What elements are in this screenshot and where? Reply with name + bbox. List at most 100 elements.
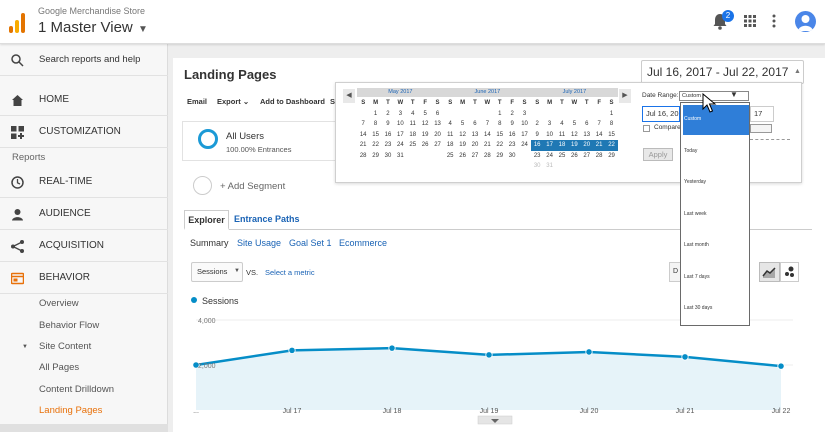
sidebar-item-home[interactable]: HOME [0,84,168,116]
sidebar-item-acquisition[interactable]: ACQUISITION [0,230,168,262]
calendar-day[interactable]: 3 [518,109,530,120]
calendar-day[interactable]: 16 [382,130,394,141]
calendar-day[interactable]: 12 [568,130,580,141]
calendar-day[interactable]: 24 [518,140,530,151]
calendar-day[interactable]: 26 [419,140,431,151]
calendar-day[interactable]: 21 [481,140,493,151]
sidebar-item-customization[interactable]: CUSTOMIZATION [0,116,168,148]
sidebar-item-realtime[interactable]: REAL-TIME [0,166,168,198]
compare-checkbox[interactable] [643,125,650,132]
calendar-day[interactable]: 18 [407,130,419,141]
calendar-day[interactable]: 30 [531,161,543,172]
calendar-day[interactable]: 19 [456,140,468,151]
apps-grid-icon[interactable] [744,15,756,27]
calendar-day[interactable]: 15 [494,130,506,141]
tab-explorer[interactable]: Explorer [184,210,229,230]
subtab-site-usage[interactable]: Site Usage [237,238,281,248]
search-input[interactable]: Search reports and help [39,54,140,65]
date-range-option[interactable]: Today [683,137,749,167]
date-range-option[interactable]: Last month [683,231,749,261]
calendar-day[interactable]: 7 [357,119,369,130]
avatar[interactable] [795,11,816,32]
calendar-day[interactable]: 8 [494,119,506,130]
calendar-day[interactable]: 11 [556,130,568,141]
calendar-day[interactable]: 1 [605,109,617,120]
calendar-day[interactable]: 28 [593,151,605,162]
subtab-summary[interactable]: Summary [190,238,229,248]
calendar-day[interactable]: 29 [494,151,506,162]
email-button[interactable]: Email [187,97,207,106]
calendar-day[interactable]: 14 [357,130,369,141]
calendar-day[interactable]: 20 [580,140,593,151]
calendar-day[interactable]: 7 [481,119,493,130]
calendar-day[interactable]: 22 [605,140,618,151]
calendar-day[interactable]: 25 [444,151,456,162]
calendar-day[interactable]: 31 [394,151,406,162]
calendar-day[interactable]: 3 [394,109,406,120]
calendar-day[interactable]: 10 [518,119,530,130]
calendar-day[interactable]: 12 [456,130,468,141]
sidebar-item-content-drilldown[interactable]: Content Drilldown [0,380,168,400]
calendar-day[interactable]: 25 [556,151,568,162]
calendar-day[interactable]: 22 [494,140,506,151]
calendar-day[interactable]: 7 [593,119,605,130]
calendar-day[interactable]: 24 [543,151,555,162]
date-range-option[interactable]: Yesterday [683,168,749,198]
sidebar-item-behavior[interactable]: BEHAVIOR [0,262,168,294]
account-name[interactable]: Google Merchandise Store [38,6,145,16]
calendar-day[interactable]: 10 [394,119,406,130]
date-range-option[interactable]: Last week [683,200,749,230]
calendar-day[interactable]: 5 [456,119,468,130]
start-date-input[interactable]: Jul 16, 20 [642,106,680,122]
calendar-day[interactable]: 16 [506,130,518,141]
calendar-day[interactable]: 21 [592,140,606,151]
calendar-day[interactable]: 9 [506,119,518,130]
calendar-day[interactable]: 26 [568,151,580,162]
sidebar-search[interactable]: Search reports and help [0,44,168,76]
calendar-day[interactable]: 20 [431,130,443,141]
calendar-day[interactable]: 4 [407,109,419,120]
calendar-day[interactable]: 27 [581,151,593,162]
calendar-prev-button[interactable]: ◀ [343,89,355,103]
calendar-day[interactable]: 9 [382,119,394,130]
line-chart-toggle[interactable] [759,262,780,282]
add-segment-ring-icon[interactable] [193,176,212,195]
sidebar-item-landing-pages[interactable]: Landing Pages [0,401,168,421]
subtab-goal-set[interactable]: Goal Set 1 [289,238,332,248]
date-range-option[interactable]: Last 7 days [683,263,749,293]
calendar-day[interactable]: 24 [394,140,406,151]
calendar-day[interactable]: 11 [407,119,419,130]
calendar-day[interactable]: 23 [506,140,518,151]
sidebar-item-overview[interactable]: Overview [0,294,168,314]
calendar-day[interactable]: 14 [481,130,493,141]
calendar-day[interactable]: 26 [456,151,468,162]
export-button[interactable]: Export ⌄ [217,97,249,106]
motion-chart-toggle[interactable] [780,262,799,282]
sidebar-item-behavior-flow[interactable]: Behavior Flow [0,316,168,336]
calendar-day[interactable]: 15 [369,130,381,141]
calendar-day[interactable]: 17 [543,140,556,151]
calendar-day[interactable]: 9 [531,130,543,141]
calendar-day[interactable]: 30 [506,151,518,162]
sidebar-item-audience[interactable]: AUDIENCE [0,198,168,230]
calendar-day[interactable]: 2 [382,109,394,120]
more-vert-icon[interactable] [772,14,776,28]
calendar-day[interactable]: 31 [543,161,555,172]
calendar-day[interactable]: 18 [555,140,569,151]
calendar-day[interactable]: 6 [431,109,443,120]
sidebar-item-site-content[interactable]: ▼ Site Content [0,337,168,357]
calendar-day[interactable]: 6 [469,119,481,130]
calendar-day[interactable]: 14 [593,130,605,141]
apply-button[interactable]: Apply [643,148,673,161]
calendar-day[interactable]: 17 [394,130,406,141]
calendar-day[interactable]: 17 [518,130,530,141]
select-metric-link[interactable]: Select a metric [265,268,315,277]
calendar-day[interactable]: 13 [469,130,481,141]
calendar-day[interactable]: 16 [531,140,544,151]
calendar-day[interactable]: 23 [531,151,543,162]
calendar-day[interactable]: 28 [357,151,369,162]
calendar-day[interactable]: 2 [531,119,543,130]
calendar-day[interactable]: 6 [581,119,593,130]
tab-entrance-paths[interactable]: Entrance Paths [234,214,300,224]
calendar-day[interactable]: 27 [469,151,481,162]
